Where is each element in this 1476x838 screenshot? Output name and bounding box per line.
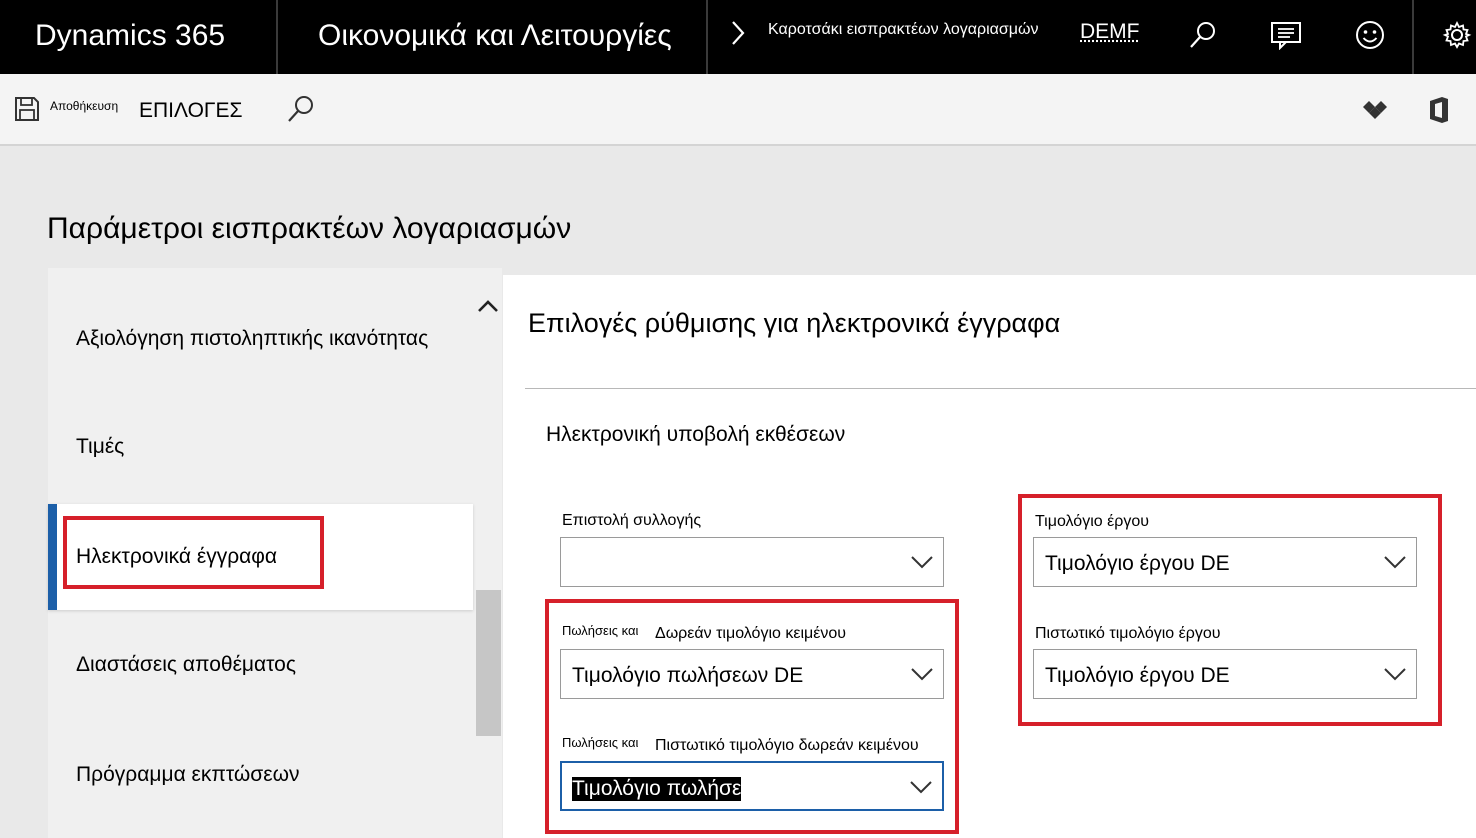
free-text-credit-prefix: Πωλήσεις και (562, 735, 639, 750)
nav-item-prices[interactable]: Τιμές (76, 435, 124, 459)
nav-divider (1412, 0, 1414, 74)
collection-letter-select[interactable] (560, 537, 944, 587)
free-text-credit-select[interactable]: Τιμολόγιο πωλήσε (560, 761, 944, 811)
app-brand[interactable]: Dynamics 365 (35, 19, 225, 53)
breadcrumb-chevron-icon (730, 20, 746, 51)
project-invoice-label: Τιμολόγιο έργου (1035, 513, 1149, 530)
collapse-chevron-up-icon[interactable] (476, 297, 500, 320)
nav-item-discount-program[interactable]: Πρόγραμμα εκπτώσεων (76, 763, 300, 787)
section-title: Επιλογές ρύθμισης για ηλεκτρονικά έγγραφ… (528, 308, 1061, 338)
power-apps-icon[interactable] (1362, 99, 1388, 126)
chevron-down-icon (1383, 554, 1407, 575)
project-invoice-value: Τιμολόγιο έργου DE (1045, 552, 1230, 575)
collection-letter-label: Επιστολή συλλογής (562, 512, 702, 529)
free-text-invoice-select[interactable]: Τιμολόγιο πωλήσεων DE (560, 649, 944, 699)
nav-divider (706, 0, 708, 74)
nav-divider (276, 0, 278, 74)
free-text-invoice-value: Τιμολόγιο πωλήσεων DE (572, 664, 804, 687)
company-selector[interactable]: DEMF (1080, 20, 1140, 44)
free-text-credit-value[interactable]: Τιμολόγιο πωλήσε (572, 777, 742, 801)
top-nav-bar: Dynamics 365 Οικονομικά και Λειτουργίες … (0, 0, 1476, 74)
options-button[interactable]: ΕΠΙΛΟΓΕΣ (139, 99, 242, 123)
group-title: Ηλεκτρονική υποβολή εκθέσεων (546, 423, 846, 446)
save-button[interactable]: Αποθήκευση (14, 96, 118, 127)
save-label: Αποθήκευση (50, 99, 119, 113)
chevron-down-icon (910, 554, 934, 575)
nav-item-credit-rating[interactable]: Αξιολόγηση πιστοληπτικής ικανότητας (76, 327, 428, 351)
message-icon[interactable] (1269, 16, 1303, 54)
free-text-invoice-label: Δωρεάν τιμολόγιο κειμένου (655, 625, 847, 642)
project-credit-select[interactable]: Τιμολόγιο έργου DE (1033, 649, 1417, 699)
project-credit-label: Πιστωτικό τιμολόγιο έργου (1035, 625, 1221, 642)
module-title[interactable]: Οικονομικά και Λειτουργίες (318, 19, 672, 53)
save-icon (14, 96, 40, 127)
project-credit-value: Τιμολόγιο έργου DE (1045, 664, 1230, 687)
smiley-icon[interactable] (1353, 16, 1387, 54)
free-text-invoice-prefix: Πωλήσεις και (562, 623, 639, 638)
search-icon[interactable] (1186, 16, 1220, 54)
gear-icon[interactable] (1440, 16, 1474, 54)
nav-scrollbar[interactable] (475, 318, 501, 838)
breadcrumb[interactable]: Καροτσάκι εισπρακτέων λογαριασμών (768, 21, 1038, 39)
action-bar: Αποθήκευση ΕΠΙΛΟΓΕΣ (0, 74, 1476, 146)
nav-item-electronic-documents[interactable]: Ηλεκτρονικά έγγραφα (76, 545, 277, 569)
page-title: Παράμετροι εισπρακτέων λογαριασμών (47, 212, 572, 245)
nav-scrollbar-thumb[interactable] (476, 590, 501, 736)
chevron-down-icon (910, 666, 934, 687)
project-invoice-select[interactable]: Τιμολόγιο έργου DE (1033, 537, 1417, 587)
nav-selected-accent (48, 504, 57, 610)
section-divider (525, 388, 1476, 389)
free-text-credit-label: Πιστωτικό τιμολόγιο δωρεάν κειμένου (655, 737, 919, 754)
chevron-down-icon (909, 779, 933, 800)
office-icon[interactable] (1428, 96, 1450, 129)
chevron-down-icon (1383, 666, 1407, 687)
action-search-icon[interactable] (286, 94, 316, 129)
nav-item-inventory-dimensions[interactable]: Διαστάσεις αποθέματος (76, 653, 296, 677)
